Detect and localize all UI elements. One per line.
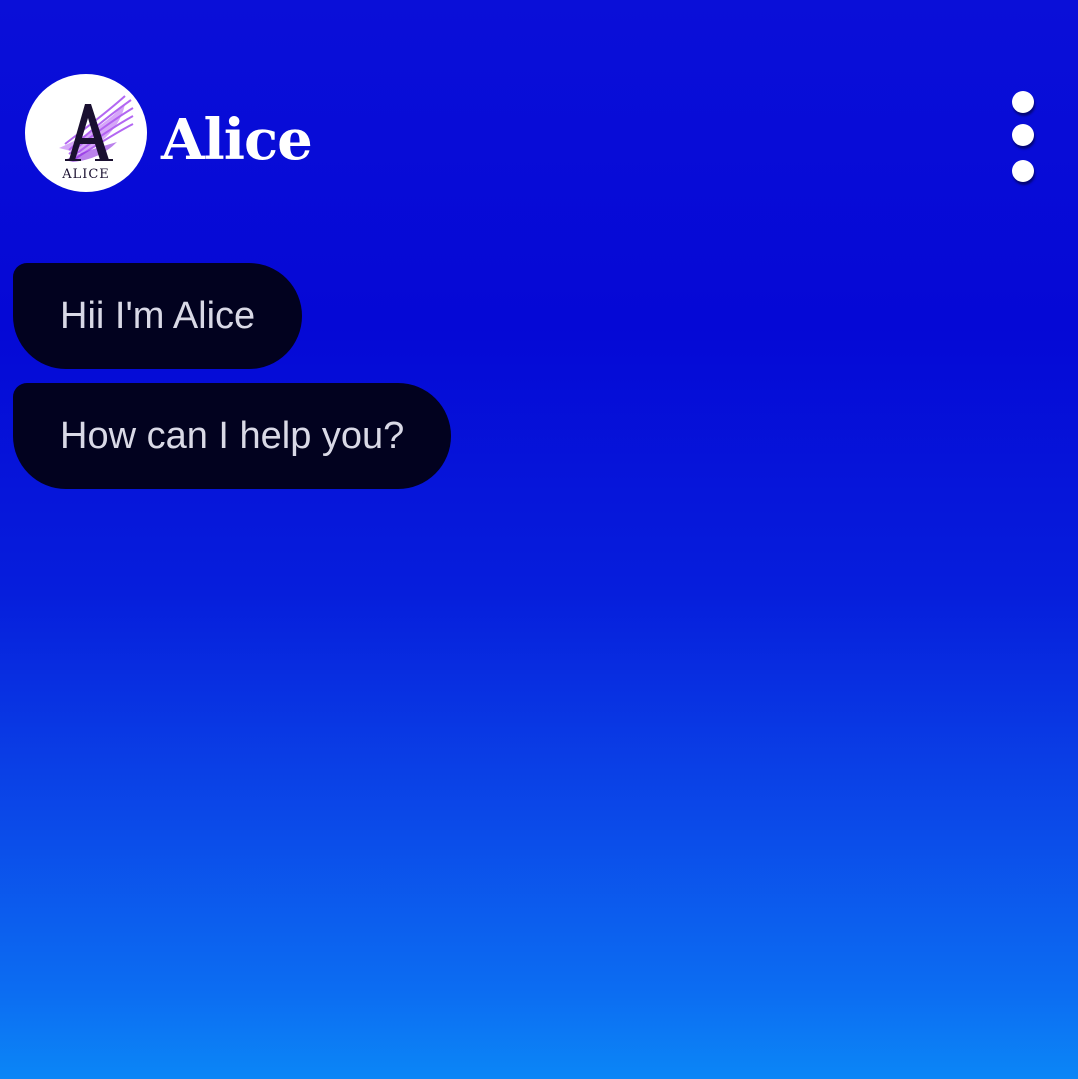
- bot-message-bubble: How can I help you?: [13, 383, 452, 489]
- chat-message-list: Hii I'm Alice How can I help you?: [13, 263, 452, 503]
- message-text: Hii I'm Alice: [60, 295, 256, 337]
- message-row: Hii I'm Alice: [13, 263, 451, 369]
- alice-logo-icon: ALICE: [59, 95, 134, 182]
- message-text: How can I help you?: [60, 415, 405, 457]
- app-title: Alice: [161, 107, 313, 173]
- more-vert-icon-dot: [1012, 160, 1034, 182]
- more-vert-icon: [1012, 91, 1034, 113]
- bot-message-bubble: Hii I'm Alice: [13, 263, 303, 369]
- message-row: How can I help you?: [13, 383, 452, 489]
- avatar[interactable]: ALICE: [25, 74, 147, 192]
- header: ALICE Alice: [0, 0, 1078, 230]
- logo-text: ALICE: [61, 167, 110, 182]
- more-vert-icon-dot: [1012, 124, 1034, 146]
- more-options-button[interactable]: [996, 84, 1052, 190]
